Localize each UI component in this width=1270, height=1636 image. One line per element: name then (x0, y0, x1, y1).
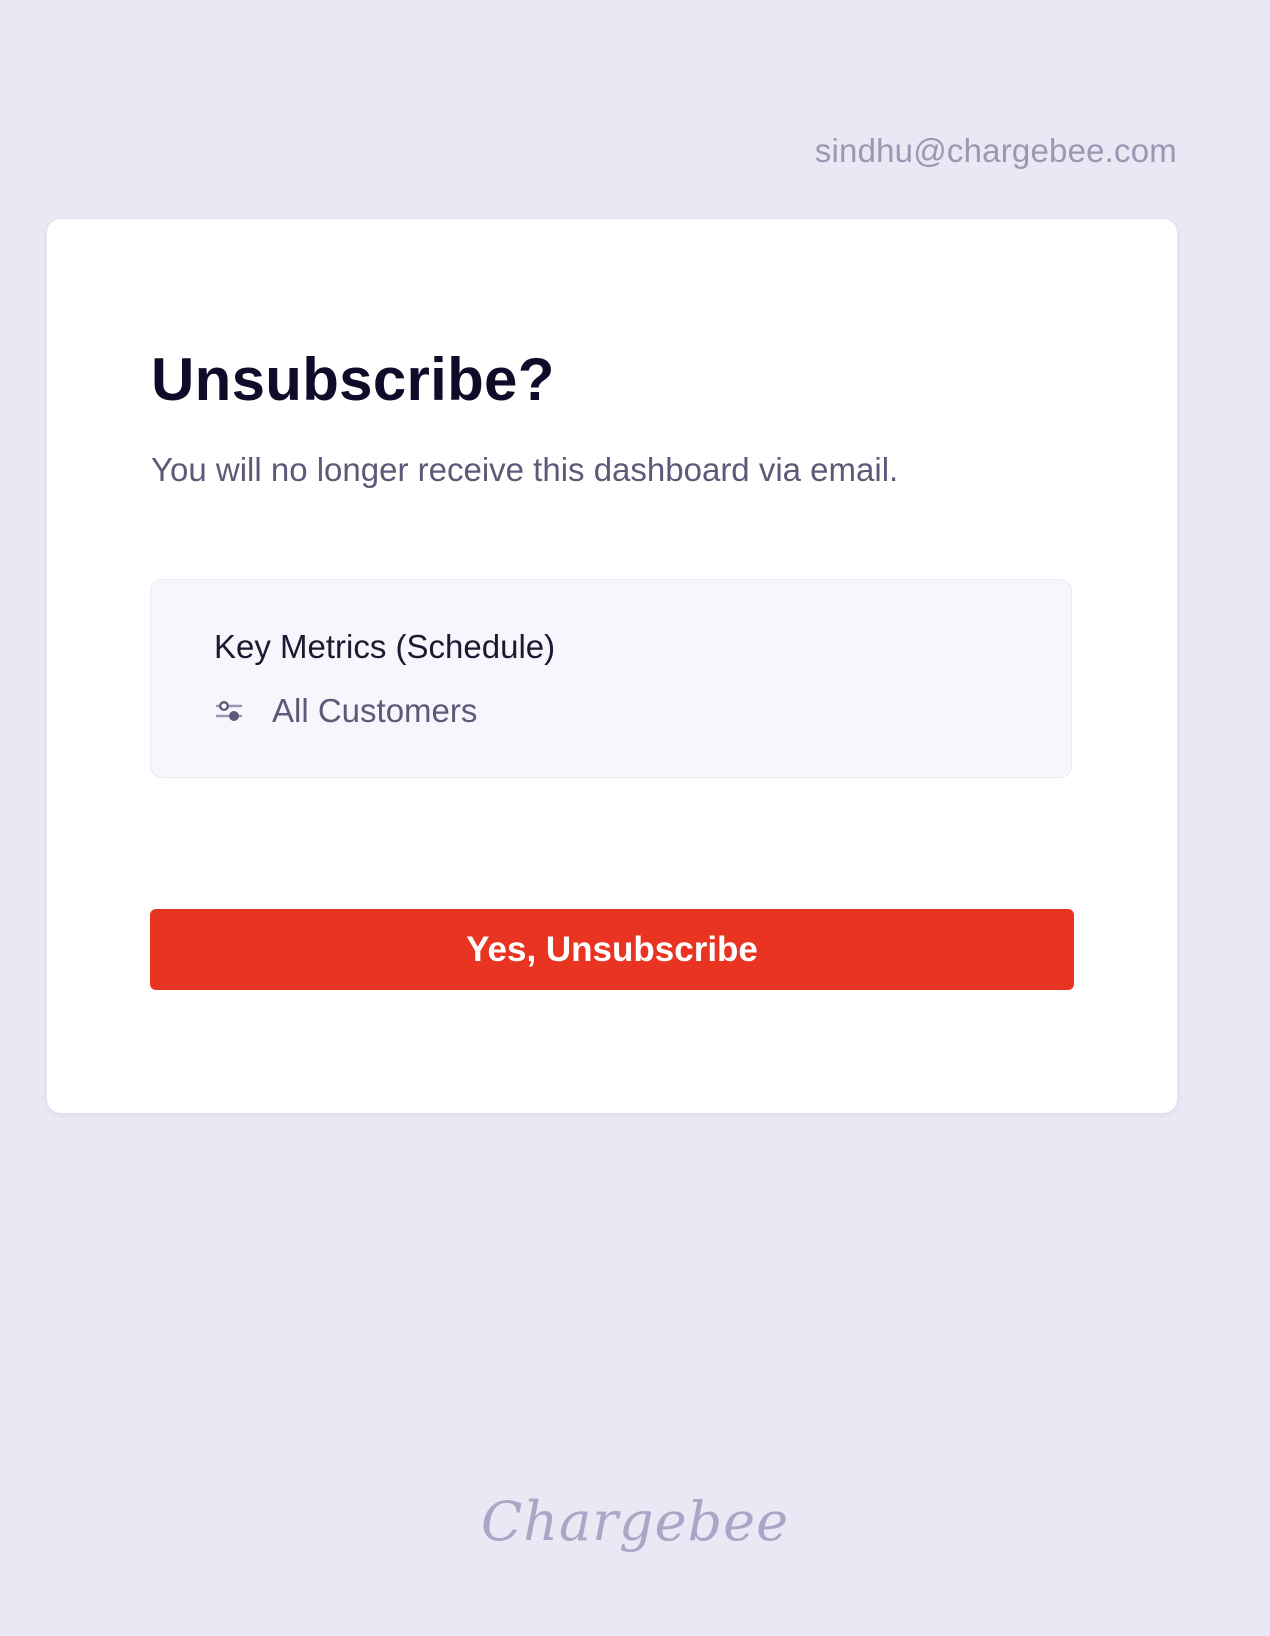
dashboard-name: Key Metrics (Schedule) (214, 628, 556, 665)
filter-label: All Customers (272, 692, 478, 729)
filter-sliders-icon (214, 696, 244, 726)
dashboard-filter: All Customers (214, 692, 477, 730)
page-title: Unsubscribe? (151, 346, 555, 413)
unsubscribe-message: You will no longer receive this dashboar… (151, 451, 899, 488)
user-email: sindhu@chargebee.com (814, 132, 1177, 169)
dashboard-summary-box: Key Metrics (Schedule) All Customers (150, 579, 1072, 778)
confirm-unsubscribe-button[interactable]: Yes, Unsubscribe (150, 909, 1074, 990)
unsubscribe-card: Unsubscribe? You will no longer receive … (47, 219, 1177, 1113)
chargebee-logo: Chargebee (480, 1490, 790, 1553)
